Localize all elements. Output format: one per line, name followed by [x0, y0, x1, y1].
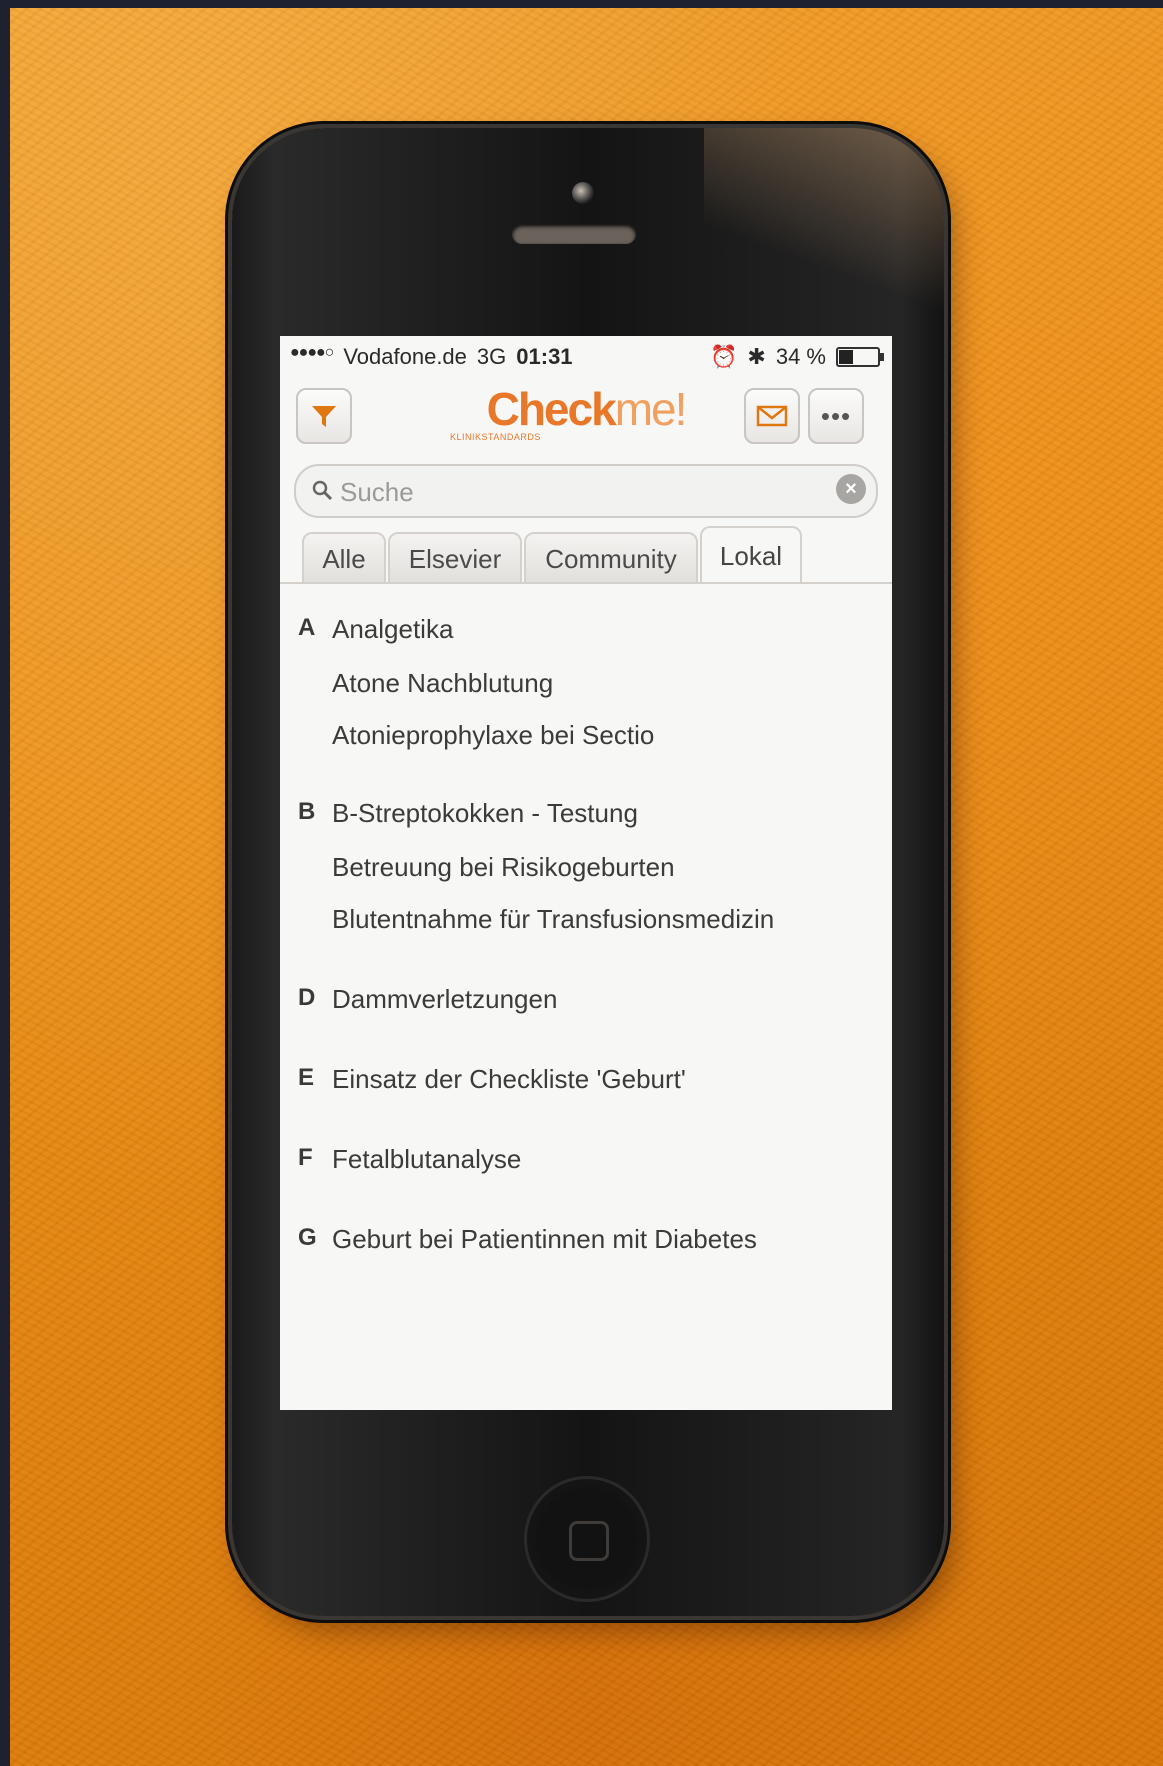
carrier-name: Vodafone.de: [343, 344, 467, 369]
smartphone: ●●●●○ Vodafone.de 3G 01:31 ⏰ ✱ 34 % Chec…: [232, 128, 944, 1616]
search-bar: ×: [294, 464, 878, 518]
phone-glare: [704, 128, 944, 348]
search-icon: [312, 480, 333, 501]
list-item[interactable]: Atonieprophylaxe bei Sectio: [332, 720, 654, 751]
logo-me: me!: [614, 383, 688, 435]
section-letter: A: [298, 614, 316, 641]
clear-search-icon[interactable]: ×: [836, 474, 866, 504]
app-logo: Checkme! KLINIKSTANDARDS: [280, 382, 892, 442]
clock: 01:31: [516, 344, 573, 369]
front-camera-icon: [572, 182, 594, 204]
bluetooth-icon: ✱: [747, 344, 766, 369]
status-bar: ●●●●○ Vodafone.de 3G 01:31 ⏰ ✱ 34 %: [280, 336, 892, 376]
alarm-icon: ⏰: [710, 344, 738, 369]
source-tabs: Alle Elsevier Community Lokal: [302, 526, 882, 584]
tab-alle[interactable]: Alle: [302, 532, 386, 584]
list-item[interactable]: B-Streptokokken - Testung: [332, 798, 638, 829]
tab-label: Elsevier: [408, 543, 502, 574]
home-square-icon: [569, 1521, 609, 1561]
phone-screen: ●●●●○ Vodafone.de 3G 01:31 ⏰ ✱ 34 % Chec…: [280, 336, 892, 1410]
tab-label: Community: [545, 543, 677, 574]
tab-label: Alle: [322, 543, 366, 574]
list-item[interactable]: Dammverletzungen: [332, 984, 557, 1015]
section-letter: G: [298, 1224, 317, 1251]
section-letter: D: [298, 984, 316, 1011]
tab-lokal[interactable]: Lokal: [700, 526, 802, 584]
section-letter: B: [298, 798, 316, 825]
list-item[interactable]: Betreuung bei Risikogeburten: [332, 852, 675, 883]
battery-icon: [836, 347, 884, 367]
search-input[interactable]: [338, 472, 822, 512]
list-item[interactable]: Einsatz der Checkliste 'Geburt': [332, 1064, 686, 1095]
envelope-icon: [756, 405, 788, 427]
tab-elsevier[interactable]: Elsevier: [388, 532, 522, 584]
app-header: Checkme! KLINIKSTANDARDS •••: [280, 376, 892, 460]
tab-label: Lokal: [719, 540, 783, 571]
logo-check: Check: [486, 383, 617, 435]
signal-strength-icon: ●●●●○: [290, 344, 334, 361]
section-letter: E: [298, 1064, 315, 1091]
more-button[interactable]: •••: [808, 388, 864, 444]
list-item[interactable]: Fetalblutanalyse: [332, 1144, 521, 1175]
logo-subtitle: KLINIKSTANDARDS: [450, 432, 541, 442]
more-dots-icon: •••: [820, 400, 852, 431]
list-item[interactable]: Analgetika: [332, 614, 453, 645]
list-item[interactable]: Geburt bei Patientinnen mit Diabetes: [332, 1224, 757, 1255]
list-item[interactable]: Blutentnahme für Transfusionsmedizin: [332, 904, 774, 935]
battery-percent: 34 %: [775, 344, 826, 369]
list-item[interactable]: Atone Nachblutung: [332, 668, 553, 699]
tab-community[interactable]: Community: [524, 532, 698, 584]
network-type: 3G: [476, 344, 507, 369]
tab-divider: [280, 582, 892, 584]
home-button[interactable]: [524, 1476, 650, 1602]
mail-button[interactable]: [744, 388, 800, 444]
earpiece-speaker: [512, 224, 636, 244]
section-letter: F: [298, 1144, 313, 1171]
